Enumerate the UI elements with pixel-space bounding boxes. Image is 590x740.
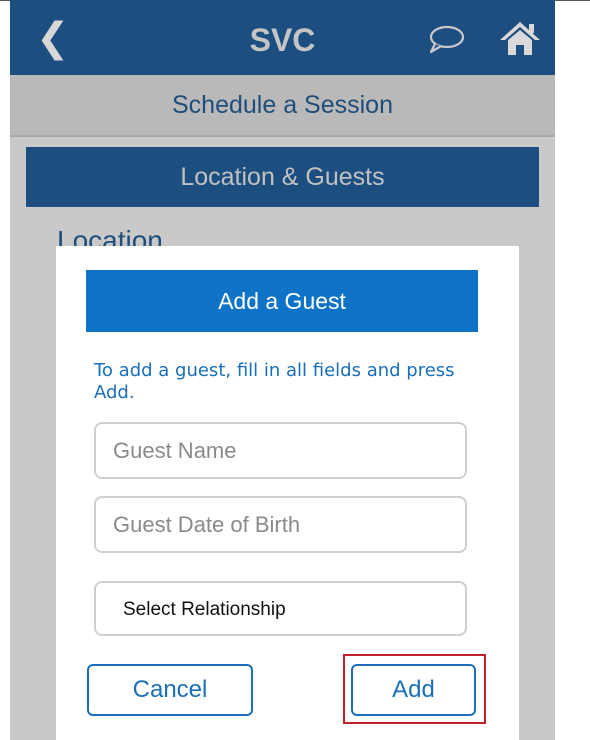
home-icon bbox=[500, 22, 540, 55]
guest-name-input[interactable] bbox=[94, 422, 467, 479]
dialog-title: Add a Guest bbox=[218, 288, 346, 314]
navbar: ❮ SVC bbox=[10, 0, 555, 75]
section-title: Location & Guests bbox=[180, 163, 385, 191]
subheader: Schedule a Session bbox=[10, 75, 555, 137]
speech-bubble-icon bbox=[429, 25, 465, 54]
dialog-header: Add a Guest bbox=[86, 270, 478, 332]
guest-dob-input[interactable] bbox=[94, 496, 467, 553]
home-button[interactable] bbox=[498, 18, 542, 58]
cancel-button-label: Cancel bbox=[132, 676, 208, 703]
subheader-title: Schedule a Session bbox=[172, 91, 393, 119]
add-button-highlight bbox=[343, 654, 486, 724]
chevron-left-icon: ❮ bbox=[36, 15, 70, 61]
relationship-select-value: Select Relationship bbox=[123, 599, 286, 620]
app-title: SVC bbox=[249, 22, 316, 58]
chat-button[interactable] bbox=[425, 24, 467, 54]
dialog-instructions: To add a guest, fill in all fields and p… bbox=[94, 360, 455, 403]
cancel-button[interactable]: Cancel bbox=[87, 664, 253, 716]
back-button[interactable]: ❮ bbox=[36, 16, 76, 60]
app-screen: ❮ SVC Schedule a Session Location & Gues… bbox=[10, 0, 555, 740]
section-header: Location & Guests bbox=[26, 147, 539, 207]
relationship-select[interactable]: Select Relationship bbox=[94, 581, 467, 636]
